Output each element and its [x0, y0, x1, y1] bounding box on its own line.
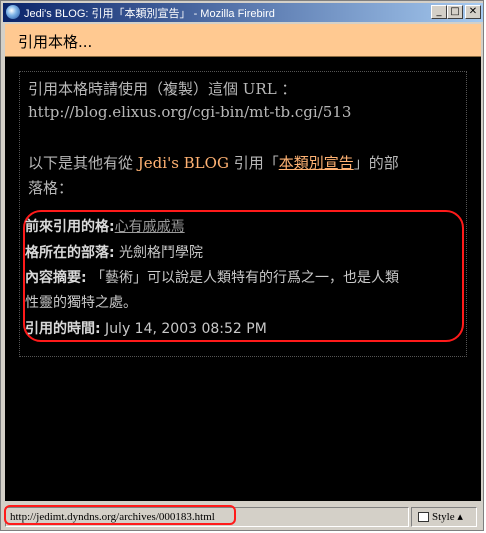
intro-suffix: 」的部 — [353, 154, 399, 172]
source-entry-row: 前來引用的格:心有戚戚焉 — [25, 216, 185, 236]
page-content: 引用本格時請使用（複製）這個 URL ： http://blog.elixus.… — [5, 57, 481, 501]
source-entry-link[interactable]: 心有戚戚焉 — [115, 219, 185, 235]
trackback-time-row: 引用的時間: July 14, 2003 08:52 PM — [25, 318, 267, 338]
style-label: Style ▴ — [432, 511, 463, 523]
intro-mid: 引用「 — [228, 154, 279, 172]
intro-referrers-line-2: 落格： — [28, 179, 74, 197]
source-entry-label: 前來引用的格: — [25, 219, 115, 235]
stylesheet-icon — [418, 512, 429, 522]
source-blog-value: 光劍格鬥學院 — [114, 245, 204, 261]
excerpt-text: 「藝術」可以說是人類特有的行爲之一，也是人類 — [86, 270, 400, 286]
source-blog-row: 格所在的部落: 光劍格鬥學院 — [25, 242, 203, 262]
excerpt-row: 內容摘要: 「藝術」可以說是人類特有的行爲之一，也是人類 — [25, 267, 399, 287]
popup-header: 引用本格... — [5, 24, 481, 57]
firebird-app-icon — [6, 5, 20, 19]
excerpt-label: 內容摘要: — [25, 270, 87, 286]
blog-link[interactable]: Jedi's BLOG — [138, 154, 229, 172]
trackback-time-label: 引用的時間: — [25, 321, 101, 337]
trackback-time-value: July 14, 2003 08:52 PM — [100, 321, 267, 337]
minimize-button[interactable]: _ — [431, 5, 447, 19]
intro-referrers-line: 以下是其他有從 Jedi's BLOG 引用「本類別宣告」的部 — [28, 152, 399, 173]
source-blog-label: 格所在的部落: — [25, 245, 115, 261]
maximize-button[interactable]: □ — [447, 5, 463, 19]
intro-instruction: 引用本格時請使用（複製）這個 URL ： — [28, 80, 297, 98]
close-button[interactable]: ✕ — [465, 5, 481, 19]
title-bar[interactable]: Jedi's BLOG: 引用「本類別宣告」 - Mozilla Firebir… — [3, 3, 483, 22]
trackback-url[interactable]: http://blog.elixus.org/cgi-bin/mt-tb.cgi… — [28, 103, 351, 121]
page-title: 引用本格... — [18, 33, 93, 51]
intro-prefix: 以下是其他有從 — [28, 154, 138, 172]
excerpt-continuation: 性靈的獨特之處。 — [25, 295, 137, 311]
window-title: Jedi's BLOG: 引用「本類別宣告」 - Mozilla Firebir… — [24, 8, 275, 20]
style-switcher[interactable]: Style ▴ — [411, 507, 477, 527]
browser-window: Jedi's BLOG: 引用「本類別宣告」 - Mozilla Firebir… — [0, 0, 484, 531]
category-link[interactable]: 本類別宣告 — [279, 154, 354, 172]
status-highlight-callout — [4, 505, 236, 525]
